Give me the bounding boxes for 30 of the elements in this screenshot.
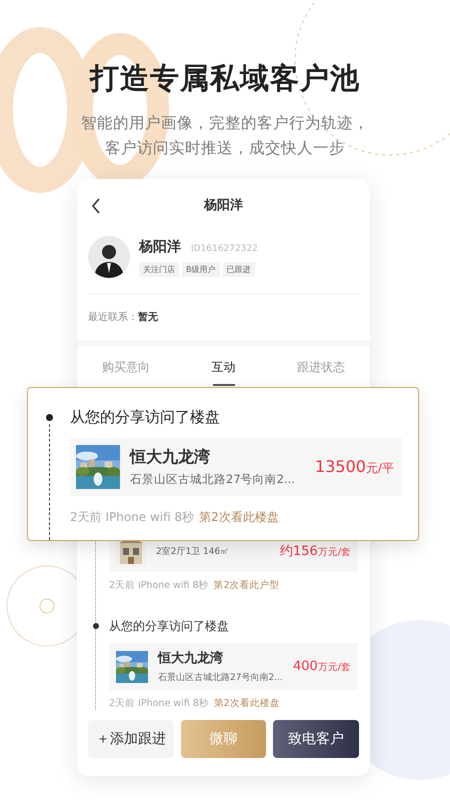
customer-tag: 关注门店 (139, 262, 179, 276)
subtitle-line: 智能的用户画像，完整的客户行为轨迹， (81, 113, 369, 134)
listing-name: 恒大九龙湾 (158, 650, 224, 667)
listing-price: 13500元/平 (315, 457, 394, 477)
visit-count: 第2次看此楼盘 (199, 509, 279, 526)
listing-detail: 2室2厅1卫 146㎡ (156, 546, 230, 558)
entry-title: 从您的分享访问了楼盘 (109, 618, 229, 634)
action-button[interactable]: 致电客户 (273, 720, 360, 758)
headline: 打造专属私域客户池 (88, 60, 361, 97)
customer-tag: 已跟进 (222, 262, 254, 276)
contact-label: 最近联系： (88, 310, 138, 324)
listing-detail: 石景山区古城北路27号向南2... (130, 472, 296, 487)
visit-info: 2天前 iPhone wifi 8秒 (109, 579, 209, 592)
visit-count: 第2次看此户型 (214, 579, 280, 592)
listing-name: 恒大九龙湾 (130, 447, 211, 468)
customer-name: 杨阳洋 (139, 238, 181, 256)
customer-id: ID1616272322 (191, 244, 258, 254)
visit-info: 2天前 IPhone wifi 8秒 (70, 509, 194, 526)
contact-value: 暂无 (138, 310, 158, 324)
listing-price: 400万元/套 (292, 659, 351, 674)
visit-count: 第2次看此楼盘 (214, 697, 280, 710)
customer-tag: B级用户 (182, 262, 220, 276)
tab[interactable]: 互动 (174, 346, 272, 388)
subtitle-line: 客户访问实时推送，成交快人一步 (105, 138, 345, 159)
action-button[interactable]: ＋添加跟进 (88, 720, 174, 758)
visit-info: 2天前 IPhone wifi 8秒 (109, 697, 209, 710)
popup-title: 从您的分享访问了楼盘 (70, 408, 221, 428)
listing-detail: 石景山区古城北路27号向南2... (158, 672, 283, 684)
nav-title: 杨阳洋 (204, 197, 243, 214)
listing-price: 约156万元/套 (280, 543, 351, 560)
